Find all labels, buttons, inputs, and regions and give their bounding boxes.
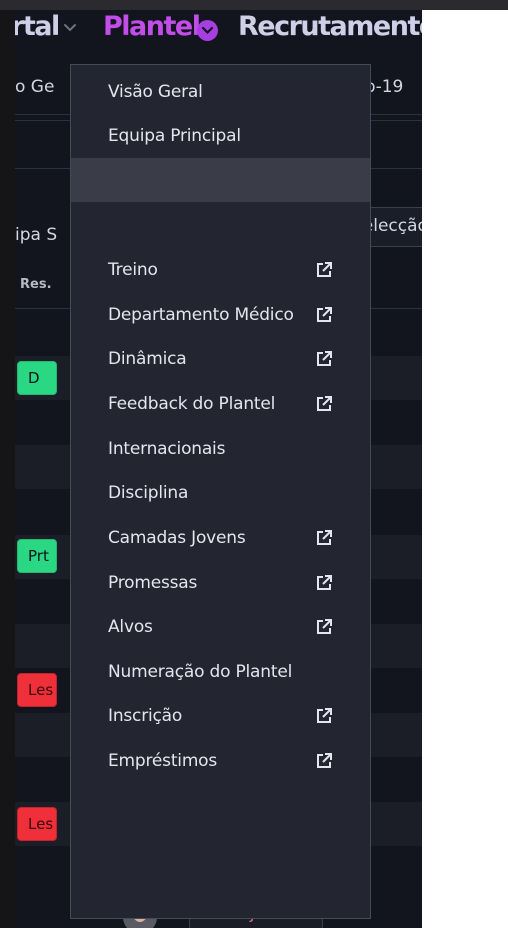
app-window: rtal Plantel Recrutamento o Ge ub-19 ipa… <box>15 10 422 928</box>
menu-item-label: Visão Geral <box>108 82 203 102</box>
external-link-icon <box>317 351 332 366</box>
menu-item-camadas-jovens[interactable]: Camadas Jovens <box>71 516 370 560</box>
external-link-icon <box>317 307 332 322</box>
menu-item-label: Empréstimos <box>108 751 218 771</box>
external-link-icon <box>317 530 332 545</box>
menu-item-label: Camadas Jovens <box>108 528 246 548</box>
menu-item-label: Inscrição <box>108 706 183 726</box>
status-badge: Prt <box>17 539 57 573</box>
external-link-icon <box>317 396 332 411</box>
menu-item-label: Treino <box>108 260 158 280</box>
menu-item-label: Promessas <box>108 573 198 593</box>
menu-item-numeracao-do-plantel[interactable]: Numeração do Plantel <box>71 650 370 694</box>
nav-tab-portal[interactable]: rtal <box>15 10 60 44</box>
status-badge-label: Les <box>28 681 54 699</box>
subnav-item-overview[interactable]: o Ge <box>15 77 54 97</box>
chevron-down-icon[interactable] <box>63 22 77 34</box>
menu-item-equipa-principal[interactable]: Equipa Principal <box>71 114 370 158</box>
menu-item-label: Numeração do Plantel <box>108 662 293 682</box>
status-badge-label: D <box>28 369 40 387</box>
status-badge: D <box>17 361 57 395</box>
menu-highlight-row[interactable] <box>71 158 370 202</box>
nav-tab-recrutamento[interactable]: Recrutamento <box>238 10 422 44</box>
external-link-icon <box>317 708 332 723</box>
left-edge <box>0 10 15 928</box>
menu-item-inscricao[interactable]: Inscrição <box>71 694 370 738</box>
chevron-down-icon[interactable] <box>197 20 218 41</box>
menu-item-promessas[interactable]: Promessas <box>71 561 370 605</box>
blank-area <box>422 10 508 928</box>
menu-item-label: Internacionais <box>108 439 226 459</box>
status-badge: Les <box>17 807 57 841</box>
window-top-strip <box>0 0 508 10</box>
team-tab[interactable]: ipa S <box>15 225 57 245</box>
menu-item-emprestimos[interactable]: Empréstimos <box>71 739 370 783</box>
status-badge: Les <box>17 673 57 707</box>
nav-tab-plantel[interactable]: Plantel <box>103 10 201 44</box>
menu-item-visao-geral[interactable]: Visão Geral <box>71 70 370 114</box>
status-badge-label: Prt <box>28 547 49 565</box>
res-column-header: Res. <box>20 277 52 292</box>
external-link-icon <box>317 575 332 590</box>
menu-item-treino[interactable]: Treino <box>71 248 370 292</box>
plantel-dropdown-menu: Visão Geral Equipa Principal Treino Depa… <box>70 64 371 919</box>
external-link-icon <box>317 262 332 277</box>
menu-item-label: Equipa Principal <box>108 126 241 146</box>
menu-item-label: Departamento Médico <box>108 305 294 325</box>
menu-item-departamento-medico[interactable]: Departamento Médico <box>71 293 370 337</box>
menu-item-label: Disciplina <box>108 483 189 503</box>
status-badge-label: Les <box>28 815 54 833</box>
external-link-icon <box>317 753 332 768</box>
menu-item-internacionais[interactable]: Internacionais <box>71 427 370 471</box>
menu-item-label: Alvos <box>108 617 153 637</box>
menu-item-label: Feedback do Plantel <box>108 394 276 414</box>
menu-item-alvos[interactable]: Alvos <box>71 605 370 649</box>
top-nav: rtal Plantel Recrutamento <box>15 10 422 50</box>
menu-item-disciplina[interactable]: Disciplina <box>71 471 370 515</box>
menu-item-label: Dinâmica <box>108 349 187 369</box>
menu-item-feedback-do-plantel[interactable]: Feedback do Plantel <box>71 382 370 426</box>
external-link-icon <box>317 619 332 634</box>
menu-item-dinamica[interactable]: Dinâmica <box>71 337 370 381</box>
